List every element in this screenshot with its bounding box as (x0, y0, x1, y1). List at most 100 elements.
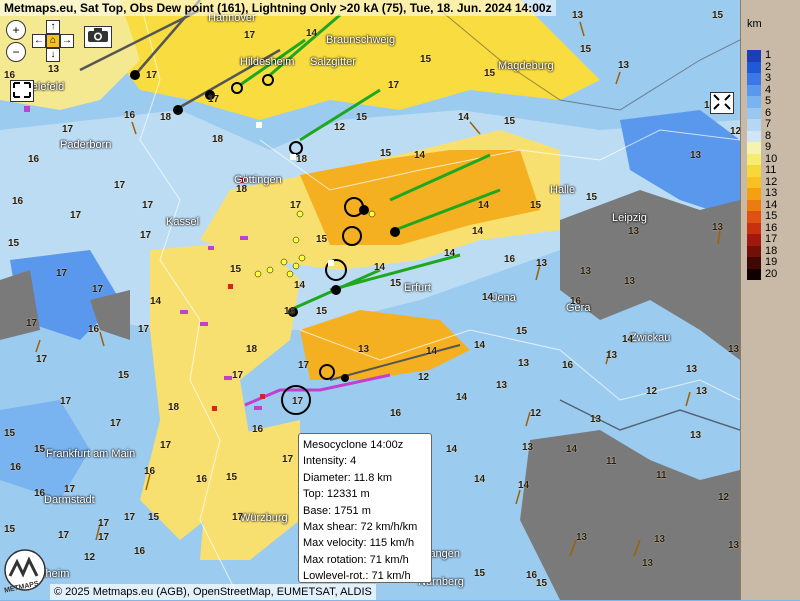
dew-point-value: 14 (374, 262, 386, 273)
legend-row: 1 (747, 49, 800, 62)
legend-row: 3 (747, 72, 800, 85)
dew-point-value: 13 (654, 534, 666, 545)
dew-point-value: 13 (48, 64, 60, 75)
city-label[interactable]: Hildesheim (240, 56, 294, 68)
dew-point-value: 17 (64, 484, 76, 495)
city-label[interactable]: Frankfurt am Main (46, 448, 135, 460)
dew-point-value: 14 (306, 28, 318, 39)
dew-point-value: 17 (244, 30, 256, 41)
legend-swatch (747, 234, 761, 246)
legend-row: 2 (747, 61, 800, 73)
dew-point-value: 17 (56, 268, 68, 279)
legend-label: 12 (765, 175, 778, 188)
dew-point-value: 17 (290, 200, 302, 211)
dew-point-value: 16 (28, 154, 40, 165)
dew-point-value: 17 (208, 94, 220, 105)
home-button[interactable]: ⌂ (46, 34, 60, 48)
dew-point-value: 18 (168, 402, 180, 413)
dew-point-value: 14 (474, 474, 486, 485)
dew-point-value: 15 (316, 234, 328, 245)
dew-point-value: 14 (426, 346, 438, 357)
dew-point-value: 17 (110, 418, 122, 429)
city-label[interactable]: Halle (550, 184, 575, 196)
city-label[interactable]: Kassel (166, 216, 199, 228)
legend-label: 7 (765, 118, 772, 130)
dew-point-value: 13 (628, 226, 640, 237)
legend-swatch (747, 73, 761, 85)
dew-point-value: 13 (590, 414, 602, 425)
popup-lowlevel-rotation: Lowlevel-rot.: 71 km/h (303, 570, 411, 583)
fullscreen-expand-icon[interactable] (10, 80, 34, 102)
camera-icon[interactable] (84, 26, 112, 48)
legend-swatch (747, 84, 761, 96)
zoom-out-button[interactable]: − (6, 42, 26, 62)
legend-swatch (747, 153, 761, 165)
dew-point-value: 13 (686, 364, 698, 375)
dew-point-value: 15 (530, 200, 542, 211)
fullscreen-collapse-icon[interactable] (710, 92, 734, 114)
legend-swatch (747, 142, 761, 154)
legend-swatch (747, 257, 761, 269)
city-label[interactable]: Braunschweig (326, 34, 395, 46)
dew-point-value: 15 (356, 112, 368, 123)
dew-point-value: 16 (88, 324, 100, 335)
dew-point-value: 17 (298, 360, 310, 371)
city-label[interactable]: Magdeburg (498, 60, 554, 72)
city-label[interactable]: Leipzig (612, 212, 647, 224)
dew-point-value: 12 (418, 372, 430, 383)
city-label[interactable]: Darmstadt (44, 494, 95, 506)
legend-label: 20 (765, 267, 778, 280)
dew-point-value: 16 (10, 462, 22, 473)
dew-point-value: 13 (576, 532, 588, 543)
city-label[interactable]: Erfurt (404, 282, 431, 294)
city-label[interactable]: Zwickau (630, 332, 670, 344)
legend-swatch (747, 130, 761, 142)
city-label[interactable]: Salzgitter (310, 56, 356, 68)
dew-point-value: 17 (232, 512, 244, 523)
dew-point-value: 13 (518, 358, 530, 369)
legend-label: 10 (765, 152, 778, 165)
dew-point-value: 13 (358, 344, 370, 355)
dew-point-value: 18 (246, 344, 258, 355)
dew-point-value: 14 (294, 280, 306, 291)
dew-point-value: 12 (334, 122, 346, 133)
metmaps-logo[interactable]: METMAPS (2, 548, 48, 596)
city-label[interactable]: Würzburg (240, 512, 288, 524)
city-label[interactable]: Paderborn (60, 139, 111, 151)
dew-point-value: 15 (516, 326, 528, 337)
popup-max-shear: Max shear: 72 km/h/km (303, 520, 418, 533)
dew-point-value: 14 (518, 480, 530, 491)
pan-up-button[interactable]: ↑ (46, 20, 60, 34)
dew-point-value: 11 (606, 456, 617, 467)
dew-point-value: 17 (60, 396, 72, 407)
dew-point-value: 14 (472, 226, 484, 237)
legend-label: 5 (765, 95, 772, 107)
legend-swatch (747, 165, 761, 177)
dew-point-value: 13 (690, 150, 702, 161)
pan-left-button[interactable]: ← (32, 34, 46, 48)
pan-down-button[interactable]: ↓ (46, 48, 60, 62)
camera-glyph (88, 28, 108, 42)
city-label[interactable]: Jena (492, 292, 516, 304)
legend-label: 6 (765, 106, 772, 119)
dew-point-value: 17 (146, 70, 158, 81)
legend-label: 14 (765, 198, 778, 211)
dew-point-value: 15 (148, 512, 160, 523)
dew-point-value: 15 (34, 444, 46, 455)
dew-point-value: 17 (232, 370, 244, 381)
dew-point-value: 13 (536, 258, 548, 269)
dew-point-value: 14 (444, 248, 456, 259)
legend-swatch (747, 222, 761, 234)
dew-point-value: 13 (618, 60, 630, 71)
dew-point-value: 15 (8, 238, 20, 249)
mesocyclone-popup[interactable]: Mesocyclone 14:00z Intensity: 4 Diameter… (298, 433, 432, 583)
dew-point-value: 16 (196, 474, 208, 485)
dew-point-value: 14 (446, 444, 458, 455)
dew-point-value: 16 (284, 306, 296, 317)
dew-point-value: 13 (496, 380, 508, 391)
dew-point-value: 17 (36, 354, 48, 365)
zoom-in-button[interactable]: + (6, 20, 26, 40)
dew-point-value: 15 (4, 524, 16, 535)
pan-right-button[interactable]: → (60, 34, 74, 48)
dew-point-value: 16 (124, 110, 136, 121)
